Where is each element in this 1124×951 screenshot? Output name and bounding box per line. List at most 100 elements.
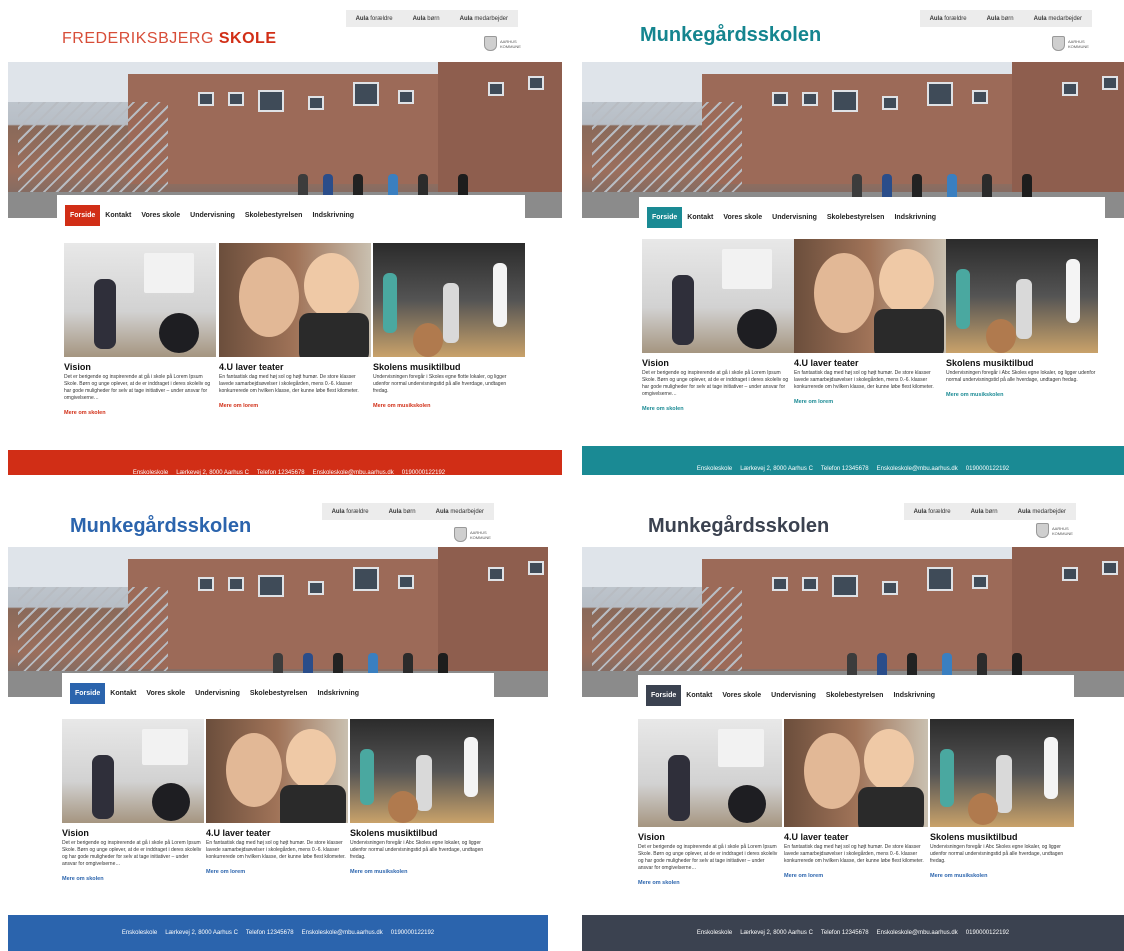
card-image[interactable] <box>930 719 1074 827</box>
card-title: Vision <box>62 828 89 838</box>
nav-skolebestyrelsen[interactable]: Skolebestyrelsen <box>821 685 889 706</box>
card-image[interactable] <box>794 239 946 353</box>
footer-address: Lærkevej 2, 8000 Aarhus C <box>165 930 238 936</box>
nav-forside[interactable]: Forside <box>70 682 106 704</box>
card-link[interactable]: Mere om lorem <box>219 403 371 409</box>
nav-vores-skole[interactable]: Vores skole <box>717 685 766 706</box>
card-image[interactable] <box>206 719 348 823</box>
nav-skolebestyrelsen[interactable]: Skolebestyrelsen <box>240 205 308 226</box>
site-footer: Enskoleskole Lærkevej 2, 8000 Aarhus C T… <box>8 915 548 951</box>
site-header: FREDERIKSBJERG SKOLE Aula forældre Aula … <box>0 0 562 62</box>
nav-forside[interactable]: Forside <box>646 684 682 706</box>
nav-undervisning[interactable]: Undervisning <box>767 207 822 228</box>
nav-undervisning[interactable]: Undervisning <box>766 685 821 706</box>
card-text: Undervisningen foregår i Skoles egne flo… <box>373 374 507 394</box>
aarhus-kommune-logo[interactable]: AARHUS KOMMUNE <box>1036 523 1074 538</box>
nav-forside[interactable]: Forside <box>65 204 101 226</box>
card-image[interactable] <box>350 719 494 823</box>
card-link[interactable]: Mere om musikskolen <box>946 392 1098 398</box>
footer-phone[interactable]: Telefon 12345678 <box>821 930 869 936</box>
aula-staff-link[interactable]: Aula medarbejder <box>450 16 518 22</box>
nav-undervisning[interactable]: Undervisning <box>190 683 245 704</box>
card-image[interactable] <box>64 243 216 357</box>
nav-indskrivning[interactable]: Indskrivning <box>307 205 359 226</box>
aula-children-link[interactable]: Aula børn <box>961 509 1008 515</box>
aula-children-link[interactable]: Aula børn <box>977 16 1024 22</box>
card-title: Vision <box>638 832 665 842</box>
footer-email[interactable]: Enskoleskole@mbu.aarhus.dk <box>302 930 383 936</box>
card-link[interactable]: Mere om lorem <box>794 399 946 405</box>
site-logo[interactable]: Munkegårdsskolen <box>640 24 821 47</box>
card-image[interactable] <box>62 719 204 823</box>
card-link[interactable]: Mere om musikskolen <box>350 869 494 875</box>
card-title: 4.U laver teater <box>784 832 849 842</box>
site-footer: Enskoleskole Lærkevej 2, 8000 Aarhus C T… <box>8 450 562 475</box>
card-link[interactable]: Mere om lorem <box>784 873 928 879</box>
site-logo[interactable]: FREDERIKSBJERG SKOLE <box>62 30 277 48</box>
footer-name: Enskoleskole <box>696 930 733 936</box>
aula-children-link[interactable]: Aula børn <box>403 16 450 22</box>
card-teater: 4.U laver teater En fantastisk dag med h… <box>219 243 371 409</box>
footer-number: 0190000122192 <box>401 470 446 475</box>
nav-skolebestyrelsen[interactable]: Skolebestyrelsen <box>822 207 890 228</box>
card-link[interactable]: Mere om skolen <box>642 406 794 412</box>
main-nav: Forside Kontakt Vores skole Undervisning… <box>62 673 494 713</box>
nav-undervisning[interactable]: Undervisning <box>185 205 240 226</box>
card-link[interactable]: Mere om skolen <box>638 880 782 886</box>
card-link[interactable]: Mere om skolen <box>64 410 216 416</box>
nav-indskrivning[interactable]: Indskrivning <box>888 685 940 706</box>
aula-staff-link[interactable]: Aula medarbejder <box>1008 509 1076 515</box>
footer-email[interactable]: Enskoleskole@mbu.aarhus.dk <box>313 470 394 475</box>
aula-parents-link[interactable]: Aula forældre <box>322 509 379 515</box>
aula-staff-link[interactable]: Aula medarbejder <box>426 509 494 515</box>
card-musik: Skolens musiktilbud Undervisningen foreg… <box>946 239 1098 398</box>
footer-email[interactable]: Enskoleskole@mbu.aarhus.dk <box>877 466 958 472</box>
card-image[interactable] <box>638 719 782 827</box>
aula-parents-link[interactable]: Aula forældre <box>904 509 961 515</box>
nav-kontakt[interactable]: Kontakt <box>681 685 717 706</box>
logo-bold: SKOLE <box>218 30 277 47</box>
card-title: 4.U laver teater <box>219 362 284 372</box>
footer-phone[interactable]: Telefon 12345678 <box>821 466 869 472</box>
card-text: En fantastisk dag med høj sol og højt hu… <box>784 844 924 864</box>
site-logo[interactable]: Munkegårdsskolen <box>648 515 829 538</box>
aula-parents-link[interactable]: Aula forældre <box>920 16 977 22</box>
aula-children-link[interactable]: Aula børn <box>379 509 426 515</box>
nav-indskrivning[interactable]: Indskrivning <box>312 683 364 704</box>
footer-name: Enskoleskole <box>132 470 169 475</box>
nav-vores-skole[interactable]: Vores skole <box>136 205 185 226</box>
aarhus-kommune-logo[interactable]: AARHUS KOMMUNE <box>1052 36 1090 51</box>
card-link[interactable]: Mere om musikskolen <box>373 403 525 409</box>
card-link[interactable]: Mere om lorem <box>206 869 348 875</box>
site-logo[interactable]: Munkegårdsskolen <box>70 515 251 538</box>
card-text: Det er berigende og inspirerende at gå i… <box>64 374 211 401</box>
aarhus-kommune-logo[interactable]: AARHUS KOMMUNE <box>454 527 492 542</box>
nav-kontakt[interactable]: Kontakt <box>105 683 141 704</box>
card-link[interactable]: Mere om musikskolen <box>930 873 1074 879</box>
aula-parents-link[interactable]: Aula forældre <box>346 16 403 22</box>
aarhus-kommune-logo[interactable]: AARHUS KOMMUNE <box>484 36 522 51</box>
nav-vores-skole[interactable]: Vores skole <box>718 207 767 228</box>
card-image[interactable] <box>784 719 928 827</box>
card-image[interactable] <box>219 243 371 357</box>
card-vision: Vision Det er berigende og inspirerende … <box>642 239 794 412</box>
card-image[interactable] <box>946 239 1098 353</box>
footer-phone[interactable]: Telefon 12345678 <box>246 930 294 936</box>
nav-forside[interactable]: Forside <box>647 206 683 228</box>
card-link[interactable]: Mere om skolen <box>62 876 204 882</box>
site-header: Munkegårdsskolen Aula forældre Aula børn… <box>0 497 562 547</box>
nav-skolebestyrelsen[interactable]: Skolebestyrelsen <box>245 683 313 704</box>
card-text: Det er berigende og inspirerende at gå i… <box>642 370 789 397</box>
nav-kontakt[interactable]: Kontakt <box>100 205 136 226</box>
card-title: 4.U laver teater <box>794 358 859 368</box>
card-title: Skolens musiktilbud <box>930 832 1018 842</box>
nav-vores-skole[interactable]: Vores skole <box>141 683 190 704</box>
footer-email[interactable]: Enskoleskole@mbu.aarhus.dk <box>877 930 958 936</box>
card-musik: Skolens musiktilbud Undervisningen foreg… <box>373 243 525 409</box>
nav-indskrivning[interactable]: Indskrivning <box>889 207 941 228</box>
nav-kontakt[interactable]: Kontakt <box>682 207 718 228</box>
card-image[interactable] <box>642 239 794 353</box>
footer-phone[interactable]: Telefon 12345678 <box>257 470 305 475</box>
aula-staff-link[interactable]: Aula medarbejder <box>1024 16 1092 22</box>
card-image[interactable] <box>373 243 525 357</box>
